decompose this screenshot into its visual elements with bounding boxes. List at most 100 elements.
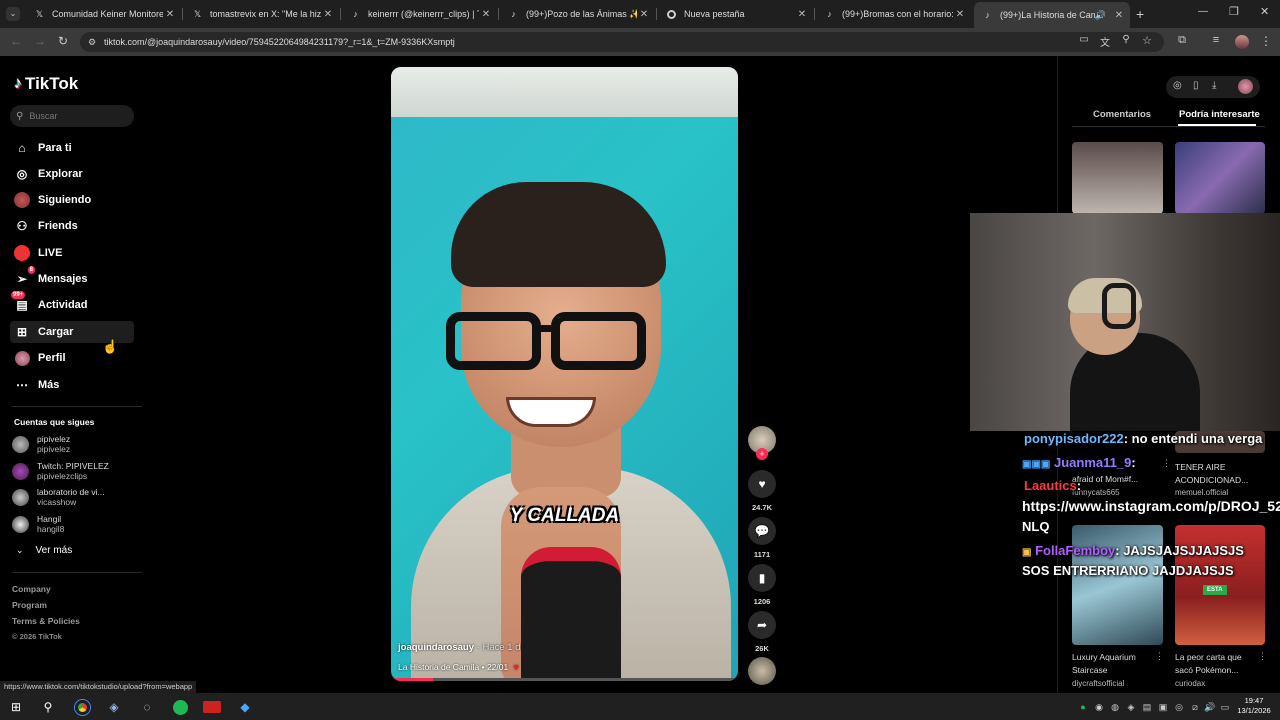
menu-item-live[interactable]: LIVE	[14, 242, 134, 264]
chat-message: Laautics:	[1024, 478, 1082, 493]
network-icon[interactable]: ▭	[1215, 697, 1235, 717]
chat-message: ▣▣▣ Juanma11_9:	[1022, 455, 1136, 470]
windows-start-icon[interactable]: ⊞	[6, 697, 26, 717]
voicemeeter-icon[interactable]	[202, 697, 222, 717]
minimize-button[interactable]: —	[1198, 6, 1208, 17]
forward-icon[interactable]: →	[32, 34, 48, 48]
app-icon[interactable]: ◌	[137, 697, 157, 717]
follow-plus-icon[interactable]: +	[756, 448, 768, 460]
menu-item-friends[interactable]: ⚇ Friends	[14, 215, 134, 237]
menu-item-para-ti[interactable]: ⌂ Para ti	[14, 137, 134, 159]
share-button[interactable]: ➦ 26K	[748, 611, 776, 653]
menu-item-actividad[interactable]: ▤ 99+ Actividad	[11, 291, 134, 316]
following-item[interactable]: laboratorio de vi... vicasshow	[12, 487, 105, 507]
close-tab-icon[interactable]: ✕	[163, 9, 177, 20]
speaker-icon[interactable]: 🔊	[1095, 10, 1106, 21]
video-thumbnail[interactable]	[1072, 142, 1163, 214]
menu-icon[interactable]: ⋮	[1258, 34, 1274, 48]
close-tab-icon[interactable]: ✕	[321, 9, 335, 20]
creator-avatar[interactable]: +	[748, 426, 776, 460]
video-player[interactable]: Y CALLADA joaquindarosauy · Hace 1 d La …	[391, 67, 738, 681]
tab-list-button[interactable]: ⌄	[6, 7, 20, 21]
more-icon: ⋯	[16, 378, 28, 392]
site-info-icon[interactable]: ⚙	[88, 37, 96, 48]
tab-3[interactable]: ♪ (99+)Pozo de las Ánimas ✨ | p ✕	[500, 4, 655, 24]
mouse-cursor-icon: ☝	[102, 339, 119, 354]
tab-0[interactable]: 𝕏 Comunidad Keiner Monitores / ✕	[26, 4, 181, 24]
close-tab-icon[interactable]: ✕	[637, 9, 651, 20]
profile-avatar[interactable]	[1235, 35, 1249, 49]
following-item[interactable]: Hangil hangil8	[12, 514, 64, 534]
search-input[interactable]: ⚲ Buscar	[10, 105, 134, 127]
video-title[interactable]: afraid of Mom#f...	[1072, 474, 1138, 484]
video-author[interactable]: memuel.official	[1175, 488, 1228, 497]
video-progress-bar[interactable]	[391, 678, 738, 681]
download-icon[interactable]: ⤓	[1212, 80, 1216, 91]
tab-1[interactable]: 𝕏 tomastrevix en X: "Me la hizo C ✕	[184, 4, 339, 24]
cast-icon[interactable]: ▭	[1076, 34, 1092, 45]
compass-icon[interactable]: ◎	[1173, 80, 1182, 91]
video-author[interactable]: diycraftsofficial	[1072, 679, 1124, 688]
bookmark-star-icon[interactable]: ☆	[1139, 34, 1155, 47]
new-tab-button[interactable]: +	[1136, 6, 1144, 22]
tab-comentarios[interactable]: Comentarios	[1093, 109, 1151, 120]
footer-link-program[interactable]: Program	[12, 600, 47, 610]
steam-icon[interactable]: ◈	[104, 697, 124, 717]
menu-item-explorar[interactable]: ◎ Explorar	[14, 163, 134, 185]
tiktok-logo[interactable]: ♪ TikTok	[14, 74, 78, 94]
footer-link-terms[interactable]: Terms & Policies	[12, 616, 80, 626]
address-bar[interactable]: ⚙ tiktok.com/@joaquindarosauy/video/7594…	[80, 32, 1164, 52]
user-avatar[interactable]	[1238, 79, 1253, 94]
close-tab-icon[interactable]: ✕	[479, 9, 493, 20]
tab-2[interactable]: ♪ keinerrr (@keinerrr_clips) | TikT ✕	[342, 4, 497, 24]
tab-6-active[interactable]: ♪ (99+)La Historia de Camila 🔊 ✕	[974, 2, 1130, 28]
maximize-button[interactable]: ❐	[1229, 5, 1239, 18]
thumbnail-sticker: ESTA	[1203, 585, 1227, 595]
video-title[interactable]: La peor carta que sacó Pokémon...	[1175, 651, 1255, 677]
following-item[interactable]: Twitch: PIPIVELEZ pipivelezclips	[12, 461, 109, 481]
more-options-icon[interactable]: ⋮	[1155, 651, 1164, 662]
editor-icon[interactable]: ◆	[235, 697, 255, 717]
more-options-icon[interactable]: ⋮	[1258, 651, 1267, 662]
tab-4[interactable]: Nueva pestaña ✕	[658, 4, 813, 24]
search-icon[interactable]: ⚲	[38, 697, 58, 717]
menu-item-mas[interactable]: ⋯ Más	[14, 374, 134, 396]
close-tab-icon[interactable]: ✕	[1112, 10, 1126, 21]
close-tab-icon[interactable]: ✕	[953, 9, 967, 20]
spotify-icon[interactable]	[170, 697, 190, 717]
video-author[interactable]: curiodax	[1175, 679, 1205, 688]
headphones-icon	[1102, 283, 1136, 329]
video-author[interactable]: joaquindarosauy	[398, 642, 474, 653]
device-icon[interactable]: ▯	[1193, 80, 1199, 91]
tab-podria-interesarte[interactable]: Podría interesarte	[1179, 109, 1260, 120]
see-more-button[interactable]: ⌄ Ver más	[16, 545, 72, 556]
footer-link-company[interactable]: Company	[12, 584, 51, 594]
media-control-icon[interactable]: ≡	[1208, 34, 1224, 46]
video-title[interactable]: TENER AIRE ACONDICIONAD...	[1175, 461, 1255, 487]
taskbar-clock[interactable]: 19:47 13/1/2026	[1234, 696, 1274, 716]
chrome-icon[interactable]	[72, 697, 92, 717]
menu-item-mensajes[interactable]: ➢ 8 Mensajes	[14, 266, 134, 290]
avatar	[12, 488, 29, 506]
share-icon: ➦	[748, 611, 776, 639]
extensions-icon[interactable]: ⧉	[1174, 34, 1190, 47]
tab-5[interactable]: ♪ (99+)Bromas con el horario: ¡C ✕	[816, 4, 971, 24]
save-button[interactable]: ▮ 1206	[748, 564, 776, 606]
comment-button[interactable]: 💬 1171	[748, 517, 776, 559]
chat-username: Laautics	[1024, 478, 1077, 493]
menu-item-siguiendo[interactable]: Siguiendo	[14, 189, 134, 211]
zoom-icon[interactable]: ⚲	[1118, 34, 1134, 45]
music-disc[interactable]	[748, 657, 776, 685]
reload-icon[interactable]: ↻	[55, 34, 71, 48]
video-playlist[interactable]: La Historia de Camila • 22/01 ♥	[398, 662, 519, 672]
close-window-button[interactable]: ✕	[1260, 5, 1269, 18]
translate-icon[interactable]: 文	[1097, 34, 1113, 49]
video-thumbnail[interactable]	[1175, 142, 1265, 214]
more-options-icon[interactable]: ⋮	[1162, 458, 1171, 469]
video-title[interactable]: Luxury Aquarium Staircase	[1072, 651, 1152, 677]
back-icon[interactable]: ←	[8, 34, 24, 48]
like-button[interactable]: ♥ 24.7K	[748, 470, 776, 512]
tiktok-icon: ♪	[353, 9, 358, 19]
following-item[interactable]: pipivelez pipivelez	[12, 434, 70, 454]
close-tab-icon[interactable]: ✕	[795, 9, 809, 20]
